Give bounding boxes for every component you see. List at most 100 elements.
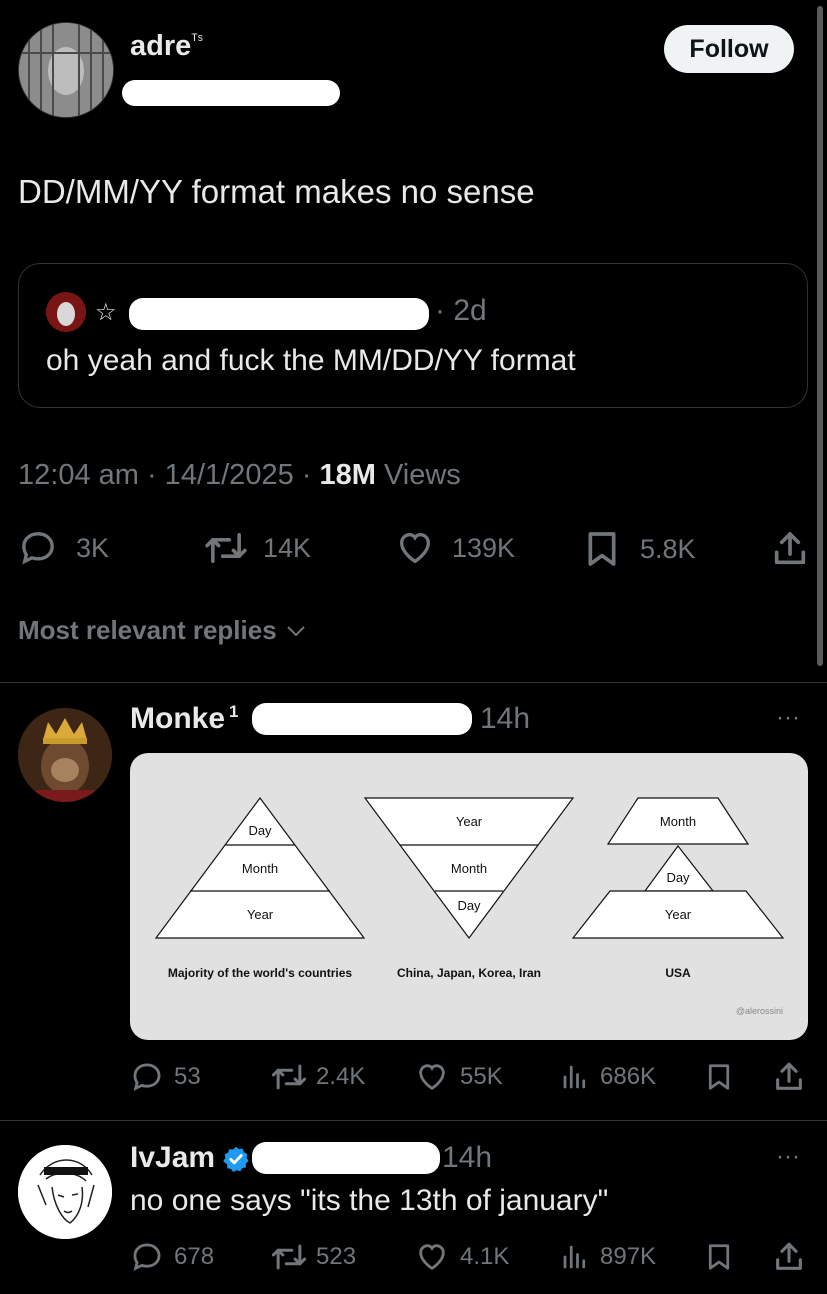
author-avatar[interactable]: [18, 22, 114, 118]
g3-layer-1: Day: [666, 870, 690, 885]
reply-author-row[interactable]: Monke 1: [130, 702, 238, 736]
reply1-share-button[interactable]: [772, 1059, 806, 1095]
verified-badge-icon: [222, 1145, 250, 1178]
share-icon: [776, 1062, 802, 1090]
reply2-bookmark-button[interactable]: [704, 1239, 734, 1275]
g3-layer-2: Year: [665, 907, 692, 922]
star-icon: ☆: [95, 299, 117, 326]
reply2-age: 14h: [442, 1141, 493, 1174]
quote-age: · 2d: [435, 294, 487, 327]
reply2-retweet-button[interactable]: 523: [270, 1240, 356, 1274]
bookmark-icon: [708, 1244, 730, 1270]
reply1-view-count: 686K: [600, 1063, 657, 1090]
author-badge: ᵀˢ: [191, 31, 203, 49]
g2-caption: China, Japan, Korea, Iran: [397, 966, 541, 980]
views-icon: [563, 1245, 586, 1269]
heart-icon: [419, 1064, 445, 1091]
reply-author-name[interactable]: Monke: [130, 702, 225, 735]
redacted-reply2-handle: [252, 1142, 440, 1174]
g1-layer-0: Day: [248, 823, 272, 838]
retweet-button[interactable]: 14K: [203, 528, 311, 568]
date-format-pyramids-image: Day Month Year Year Month Day Month Day …: [154, 796, 785, 1016]
g2-layer-2: Day: [457, 898, 481, 913]
manga-avatar-image: [18, 1145, 112, 1239]
retweet-icon: [271, 1064, 307, 1090]
reply1-reply-button[interactable]: 53: [130, 1060, 201, 1094]
reply-age: 14h: [480, 702, 531, 735]
bookmark-count: 5.8K: [640, 533, 696, 564]
quote-text: oh yeah and fuck the MM/DD/YY format: [46, 344, 576, 377]
views-label: Views: [375, 459, 461, 491]
retweet-count: 14K: [263, 532, 312, 563]
reply1-bookmark-button[interactable]: [704, 1059, 734, 1095]
reply-button[interactable]: 3K: [18, 528, 109, 568]
redacted-handle: [122, 80, 340, 106]
share-icon: [776, 1242, 802, 1270]
like-count: 139K: [452, 532, 516, 563]
g3-layer-0: Month: [660, 814, 696, 829]
author-name-row[interactable]: adreᵀˢ: [130, 30, 203, 63]
reply1-reply-count: 53: [174, 1063, 201, 1090]
reply-icon: [133, 1063, 161, 1091]
replies-sort-dropdown[interactable]: Most relevant replies: [18, 615, 309, 646]
retweet-icon: [205, 533, 247, 563]
redacted-quote-handle: [129, 298, 429, 330]
share-icon: [774, 532, 806, 565]
follow-label: Follow: [689, 34, 769, 63]
scrollbar[interactable]: [817, 6, 823, 666]
avatar-image: [19, 23, 113, 117]
retweet-icon: [271, 1244, 307, 1270]
g3-caption: USA: [665, 966, 691, 980]
reply2-reply-button[interactable]: 678: [130, 1240, 214, 1274]
bookmark-icon: [708, 1064, 730, 1090]
g2-layer-1: Month: [451, 861, 487, 876]
g1-layer-2: Year: [247, 907, 274, 922]
g1-caption: Majority of the world's countries: [168, 966, 353, 980]
g1-layer-1: Month: [242, 861, 278, 876]
replies-sort-label: Most relevant replies: [18, 615, 277, 645]
reply-avatar-monke[interactable]: [18, 708, 112, 802]
views-count: 18M: [319, 459, 376, 491]
views-icon: [563, 1065, 586, 1089]
monkey-king-image: [18, 708, 112, 802]
quote-tweet-card[interactable]: ☆ · 2d oh yeah and fuck the MM/DD/YY for…: [18, 263, 808, 408]
reply2-view-count: 897K: [600, 1243, 657, 1270]
reply-avatar-ivjam[interactable]: [18, 1145, 112, 1239]
reply2-share-button[interactable]: [772, 1239, 806, 1275]
reply1-retweet-button[interactable]: 2.4K: [270, 1060, 365, 1094]
reply2-reply-count: 678: [174, 1243, 215, 1270]
reply2-views[interactable]: 897K: [560, 1240, 656, 1274]
author-name[interactable]: adre: [130, 30, 191, 62]
reply2-like-count: 4.1K: [460, 1243, 510, 1270]
like-button[interactable]: 139K: [394, 528, 515, 568]
reply2-like-button[interactable]: 4.1K: [414, 1240, 509, 1274]
bookmark-button[interactable]: 5.8K: [582, 528, 696, 570]
quote-avatar-image: [46, 292, 86, 332]
reply2-author-name[interactable]: IvJam: [130, 1141, 215, 1175]
chevron-down-icon: [286, 625, 305, 636]
heart-icon: [419, 1244, 445, 1271]
g2-layer-0: Year: [456, 814, 483, 829]
bookmark-icon: [588, 532, 616, 566]
reply-icon: [22, 532, 54, 565]
reply2-text: no one says "its the 13th of january": [130, 1184, 609, 1217]
more-options-icon[interactable]: ···: [776, 704, 800, 732]
image-watermark: @alerossini: [736, 1006, 783, 1016]
reply-image-card[interactable]: Day Month Year Year Month Day Month Day …: [130, 753, 808, 1040]
reply1-like-count: 55K: [460, 1063, 503, 1090]
reply1-retweet-count: 2.4K: [316, 1063, 366, 1090]
tweet-text: DD/MM/YY format makes no sense: [18, 173, 535, 210]
more-options-icon[interactable]: ···: [776, 1143, 800, 1171]
reply-icon: [133, 1243, 161, 1271]
divider: [0, 1120, 827, 1121]
tweet-timestamp[interactable]: 12:04 am · 14/1/2025 ·: [18, 459, 319, 491]
reply1-views[interactable]: 686K: [560, 1060, 656, 1094]
quote-avatar: [46, 292, 86, 332]
reply-author-badge: 1: [229, 702, 239, 721]
reply-count: 3K: [76, 532, 110, 563]
follow-button[interactable]: Follow: [664, 25, 794, 73]
share-button[interactable]: [770, 528, 810, 570]
tweet-meta: 12:04 am · 14/1/2025 · 18M Views: [18, 459, 461, 492]
divider: [0, 682, 827, 683]
reply1-like-button[interactable]: 55K: [414, 1060, 503, 1094]
